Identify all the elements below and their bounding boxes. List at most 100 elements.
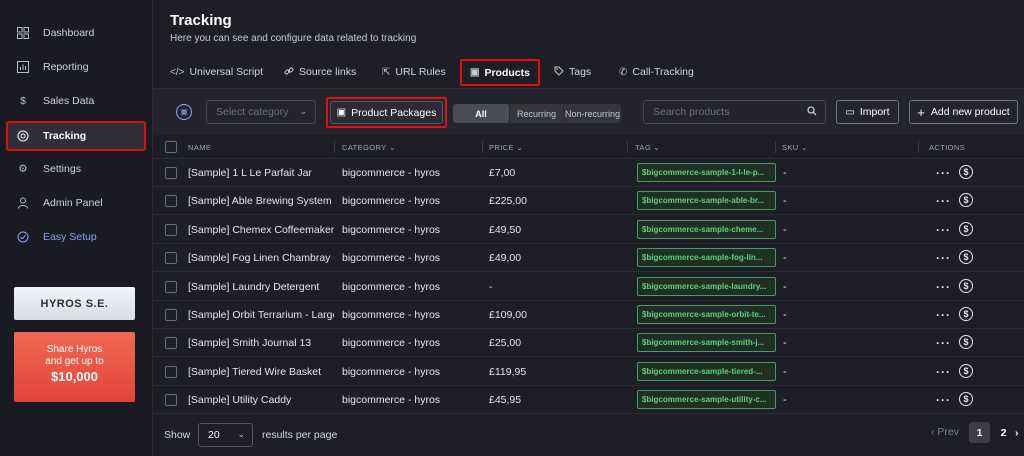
dollar-coin-icon[interactable]: $ — [959, 279, 973, 293]
table-row[interactable]: [Sample] Tiered Wire Basket bigcommerce -… — [153, 358, 1024, 386]
row-checkbox[interactable] — [165, 337, 177, 349]
prev-page-button[interactable]: ‹ Prev — [931, 426, 959, 438]
page-button-2[interactable]: 2 — [993, 422, 1014, 443]
tab-call-tracking[interactable]: ✆ Call-Tracking — [619, 58, 694, 86]
dollar-coin-icon[interactable]: $ — [959, 250, 973, 264]
import-button[interactable]: ▭ Import — [836, 100, 899, 124]
tab-universal-script[interactable]: </> Universal Script — [170, 58, 263, 86]
search-input[interactable]: Search products — [643, 100, 826, 124]
table-row[interactable]: [Sample] Smith Journal 13 bigcommerce - h… — [153, 329, 1024, 357]
row-checkbox[interactable] — [165, 309, 177, 321]
dollar-coin-icon[interactable]: $ — [959, 392, 973, 406]
per-page-select[interactable]: 20 ⌄ — [198, 423, 253, 447]
dollar-coin-icon[interactable]: $ — [959, 335, 973, 349]
more-actions-icon[interactable]: ··· — [936, 329, 951, 357]
column-header-tag[interactable]: TAG ⌄ — [635, 143, 660, 152]
product-name[interactable]: [Sample] Chemex Coffeemaker... — [188, 216, 334, 244]
sidebar-item-easy-setup[interactable]: Easy Setup — [8, 224, 144, 250]
product-tag[interactable]: $bigcommerce-sample-tiered-... — [637, 362, 776, 381]
more-actions-icon[interactable]: ··· — [936, 187, 951, 215]
product-tag[interactable]: $bigcommerce-sample-smith-j... — [637, 333, 776, 352]
dollar-coin-icon[interactable]: $ — [959, 165, 973, 179]
product-tag[interactable]: $bigcommerce-sample-cheme... — [637, 220, 776, 239]
product-packages-button[interactable]: ▣ Product Packages — [326, 97, 447, 128]
table-row[interactable]: [Sample] 1 L Le Parfait Jar bigcommerce -… — [153, 159, 1024, 187]
product-tag[interactable]: $bigcommerce-sample-able-br... — [637, 191, 776, 210]
filter-non-recurring[interactable]: Non-recurring — [563, 104, 621, 123]
row-checkbox[interactable] — [165, 366, 177, 378]
more-actions-icon[interactable]: ··· — [936, 386, 951, 414]
sidebar-item-sales-data[interactable]: $ Sales Data — [8, 88, 144, 114]
pagination-footer: Show 20 ⌄ results per page ‹ Prev 1 2 › — [153, 415, 1024, 456]
sidebar-item-settings[interactable]: ⚙ Settings — [8, 156, 144, 182]
brand-card[interactable]: HYROS S.E. — [14, 287, 135, 320]
product-name[interactable]: [Sample] Fog Linen Chambray ... — [188, 244, 334, 272]
column-header-sku[interactable]: SKU ⌄ — [782, 143, 808, 152]
table-row[interactable]: [Sample] Able Brewing System bigcommerce … — [153, 187, 1024, 215]
page-button-1[interactable]: 1 — [969, 422, 990, 443]
category-select[interactable]: Select category ⌄ — [206, 100, 316, 124]
more-actions-icon[interactable]: ··· — [936, 216, 951, 244]
user-icon — [16, 196, 30, 210]
product-sku: - — [783, 337, 787, 349]
row-checkbox[interactable] — [165, 167, 177, 179]
row-checkbox[interactable] — [165, 252, 177, 264]
more-actions-icon[interactable]: ··· — [936, 159, 951, 187]
product-name[interactable]: [Sample] 1 L Le Parfait Jar — [188, 159, 334, 187]
referral-promo-card[interactable]: Share Hyros and get up to $10,000 — [14, 332, 135, 402]
filter-all[interactable]: All — [453, 104, 509, 123]
product-name[interactable]: [Sample] Orbit Terrarium - Large — [188, 301, 334, 329]
sidebar-item-tracking[interactable]: Tracking — [6, 121, 146, 151]
table-row[interactable]: [Sample] Utility Caddy bigcommerce - hyro… — [153, 386, 1024, 414]
table-row[interactable]: [Sample] Orbit Terrarium - Large bigcomme… — [153, 301, 1024, 329]
add-product-button[interactable]: + Add new product — [909, 100, 1018, 124]
select-all-checkbox[interactable] — [165, 141, 177, 153]
product-name[interactable]: [Sample] Laundry Detergent — [188, 273, 334, 301]
results-per-page-label: results per page — [262, 429, 338, 441]
product-sku: - — [783, 366, 787, 378]
package-icon: ▣ — [470, 67, 480, 78]
tab-url-rules[interactable]: ⇱ URL Rules — [382, 58, 446, 86]
product-name[interactable]: [Sample] Tiered Wire Basket — [188, 358, 334, 386]
next-page-icon[interactable]: › — [1015, 422, 1024, 443]
product-tag[interactable]: $bigcommerce-sample-orbit-te... — [637, 305, 776, 324]
product-tag[interactable]: $bigcommerce-sample-1-l-le-p... — [637, 163, 776, 182]
column-header-name[interactable]: NAME — [188, 143, 211, 152]
tab-source-links[interactable]: Source links — [284, 58, 356, 86]
tab-products[interactable]: ▣ Products — [460, 59, 540, 86]
product-name[interactable]: [Sample] Utility Caddy — [188, 386, 334, 414]
product-packages-button-inner: ▣ Product Packages — [330, 101, 443, 124]
row-checkbox[interactable] — [165, 195, 177, 207]
table-row[interactable]: [Sample] Chemex Coffeemaker... bigcommerc… — [153, 216, 1024, 244]
promo-line: Share Hyros — [46, 344, 103, 355]
layout-toggle-icon[interactable]: ▦ — [176, 104, 192, 120]
dollar-icon: $ — [20, 95, 26, 107]
row-checkbox[interactable] — [165, 224, 177, 236]
more-actions-icon[interactable]: ··· — [936, 273, 951, 301]
table-row[interactable]: [Sample] Fog Linen Chambray ... bigcommer… — [153, 244, 1024, 272]
tab-tags[interactable]: Tags — [554, 58, 591, 86]
dollar-coin-icon[interactable]: $ — [959, 307, 973, 321]
dollar-coin-icon[interactable]: $ — [959, 222, 973, 236]
column-header-price[interactable]: PRICE ⌄ — [489, 143, 523, 152]
product-tag[interactable]: $bigcommerce-sample-fog-lin... — [637, 248, 776, 267]
row-checkbox[interactable] — [165, 394, 177, 406]
chevron-down-icon: ⌄ — [388, 143, 396, 152]
sidebar-item-dashboard[interactable]: Dashboard — [8, 20, 144, 46]
dollar-coin-icon[interactable]: $ — [959, 364, 973, 378]
filter-recurring[interactable]: Recurring — [509, 104, 563, 123]
product-tag[interactable]: $bigcommerce-sample-laundry... — [637, 277, 776, 296]
product-name[interactable]: [Sample] Able Brewing System — [188, 187, 334, 215]
sidebar-item-admin-panel[interactable]: Admin Panel — [8, 190, 144, 216]
row-checkbox[interactable] — [165, 281, 177, 293]
product-name[interactable]: [Sample] Smith Journal 13 — [188, 329, 334, 357]
product-price: £7,00 — [489, 167, 516, 179]
column-header-category[interactable]: CATEGORY ⌄ — [342, 143, 396, 152]
sidebar-item-reporting[interactable]: Reporting — [8, 54, 144, 80]
more-actions-icon[interactable]: ··· — [936, 358, 951, 386]
more-actions-icon[interactable]: ··· — [936, 244, 951, 272]
more-actions-icon[interactable]: ··· — [936, 301, 951, 329]
dollar-coin-icon[interactable]: $ — [959, 193, 973, 207]
product-tag[interactable]: $bigcommerce-sample-utility-c... — [637, 390, 776, 409]
table-row[interactable]: [Sample] Laundry Detergent bigcommerce - … — [153, 273, 1024, 301]
